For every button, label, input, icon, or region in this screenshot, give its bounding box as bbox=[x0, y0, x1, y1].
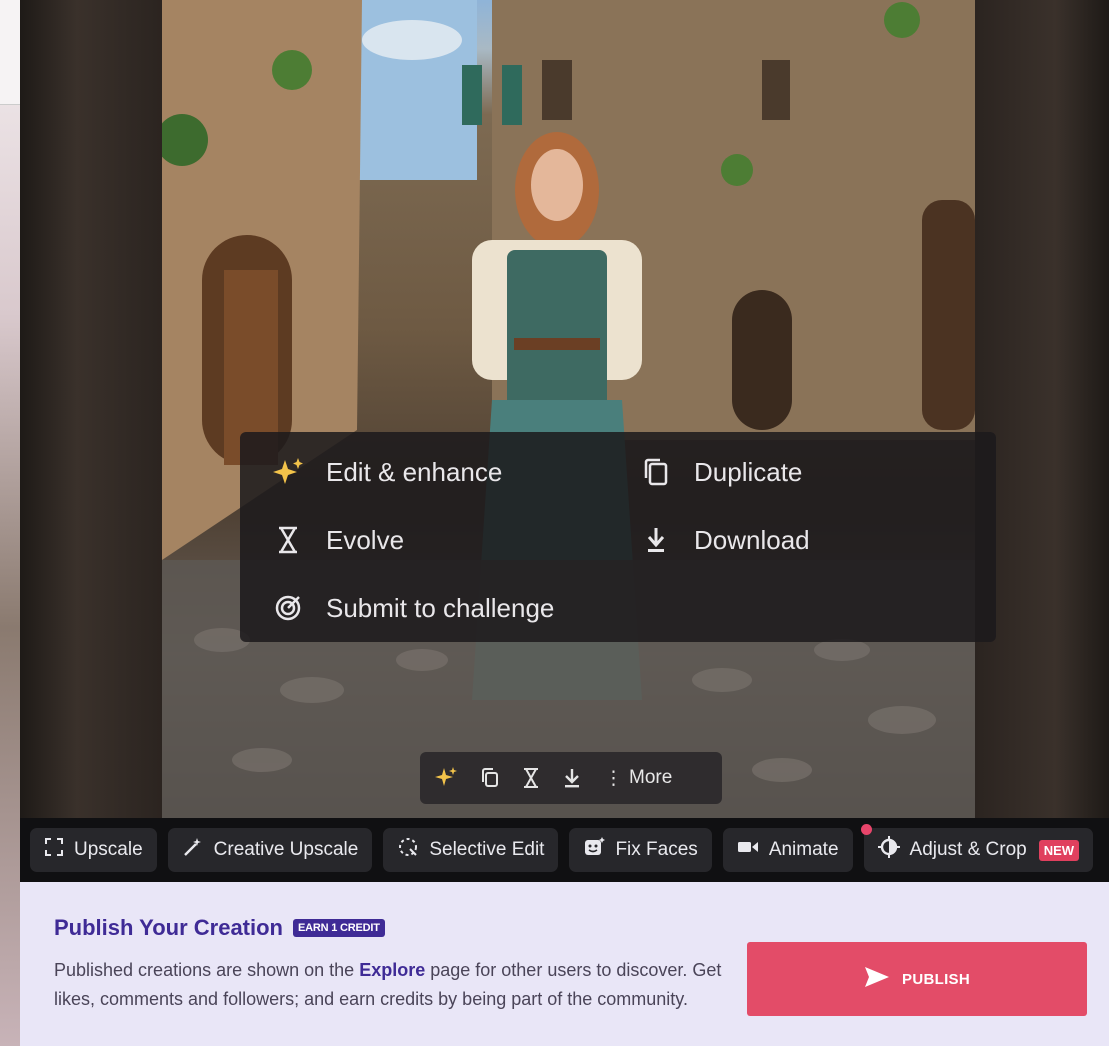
image-stage: ⋮ More bbox=[20, 0, 1109, 818]
publish-title: Publish Your Creation bbox=[54, 915, 283, 940]
animate-button[interactable]: Animate bbox=[722, 828, 853, 872]
creative-upscale-label: Creative Upscale bbox=[213, 839, 359, 860]
image-illustration bbox=[162, 0, 975, 818]
selective-edit-button[interactable]: Selective Edit bbox=[383, 828, 559, 872]
upscale-label: Upscale bbox=[74, 839, 143, 860]
menu-item-duplicate[interactable]: Duplicate bbox=[636, 452, 802, 492]
evolve-hourglass-icon bbox=[268, 520, 308, 560]
publish-desc-before: Published creations are shown on the bbox=[54, 960, 360, 980]
menu-item-label: Submit to challenge bbox=[326, 592, 555, 623]
explore-link[interactable]: Explore bbox=[359, 960, 425, 980]
menu-item-edit-enhance[interactable]: Edit & enhance bbox=[268, 452, 502, 492]
target-check-icon bbox=[268, 588, 308, 628]
face-icon bbox=[583, 836, 606, 864]
adjust-crop-button[interactable]: Adjust & Crop NEW bbox=[860, 824, 1094, 872]
more-label: More bbox=[629, 767, 673, 788]
publish-description: Published creations are shown on the Exp… bbox=[54, 956, 734, 1014]
new-badge: NEW bbox=[1038, 839, 1080, 861]
blurred-backdrop-left bbox=[20, 0, 162, 818]
selection-icon bbox=[397, 836, 419, 864]
animate-label: Animate bbox=[768, 839, 839, 860]
publish-heading: Publish Your Creation EARN 1 CREDIT bbox=[54, 915, 385, 941]
fix-faces-button[interactable]: Fix Faces bbox=[569, 828, 712, 872]
download-icon bbox=[636, 520, 676, 560]
image-quick-actions: ⋮ More bbox=[420, 752, 722, 804]
evolve-hourglass-icon[interactable] bbox=[522, 767, 540, 789]
blurred-backdrop-right bbox=[975, 0, 1109, 818]
creative-upscale-button[interactable]: Creative Upscale bbox=[167, 828, 373, 872]
publish-button-label: PUBLISH bbox=[902, 970, 970, 988]
menu-item-evolve[interactable]: Evolve bbox=[268, 520, 404, 560]
video-camera-icon bbox=[737, 839, 759, 861]
menu-item-label: Edit & enhance bbox=[326, 456, 503, 487]
contrast-icon bbox=[877, 836, 900, 864]
menu-item-label: Download bbox=[694, 524, 810, 555]
sparkles-icon[interactable] bbox=[434, 766, 458, 790]
generated-image[interactable] bbox=[162, 0, 975, 818]
download-icon[interactable] bbox=[562, 767, 582, 789]
duplicate-icon bbox=[636, 452, 676, 492]
more-button[interactable]: ⋮ More bbox=[604, 767, 672, 790]
image-context-menu: Edit & enhance Duplicate Evolve Download… bbox=[240, 432, 996, 642]
publish-panel: Publish Your Creation EARN 1 CREDIT Publ… bbox=[20, 882, 1109, 1046]
magic-wand-icon bbox=[182, 836, 204, 864]
earn-credit-badge: EARN 1 CREDIT bbox=[293, 919, 385, 937]
vertical-dots-icon: ⋮ bbox=[604, 767, 623, 789]
publish-button[interactable]: PUBLISH bbox=[747, 942, 1087, 1016]
menu-item-label: Evolve bbox=[326, 524, 405, 555]
fix-faces-label: Fix Faces bbox=[615, 839, 698, 860]
expand-arrows-icon bbox=[44, 837, 64, 863]
image-tools-bar: Upscale Creative Upscale Selective Edit … bbox=[20, 818, 1109, 882]
selective-edit-label: Selective Edit bbox=[429, 839, 545, 860]
adjust-crop-label: Adjust & Crop bbox=[909, 839, 1027, 860]
sparkles-icon bbox=[268, 452, 308, 492]
notification-dot bbox=[860, 824, 872, 835]
menu-item-label: Duplicate bbox=[694, 456, 803, 487]
send-icon bbox=[864, 966, 890, 992]
upscale-button[interactable]: Upscale bbox=[30, 828, 157, 872]
duplicate-icon[interactable] bbox=[480, 767, 500, 789]
menu-item-download[interactable]: Download bbox=[636, 520, 810, 560]
menu-item-submit-challenge[interactable]: Submit to challenge bbox=[268, 588, 554, 628]
